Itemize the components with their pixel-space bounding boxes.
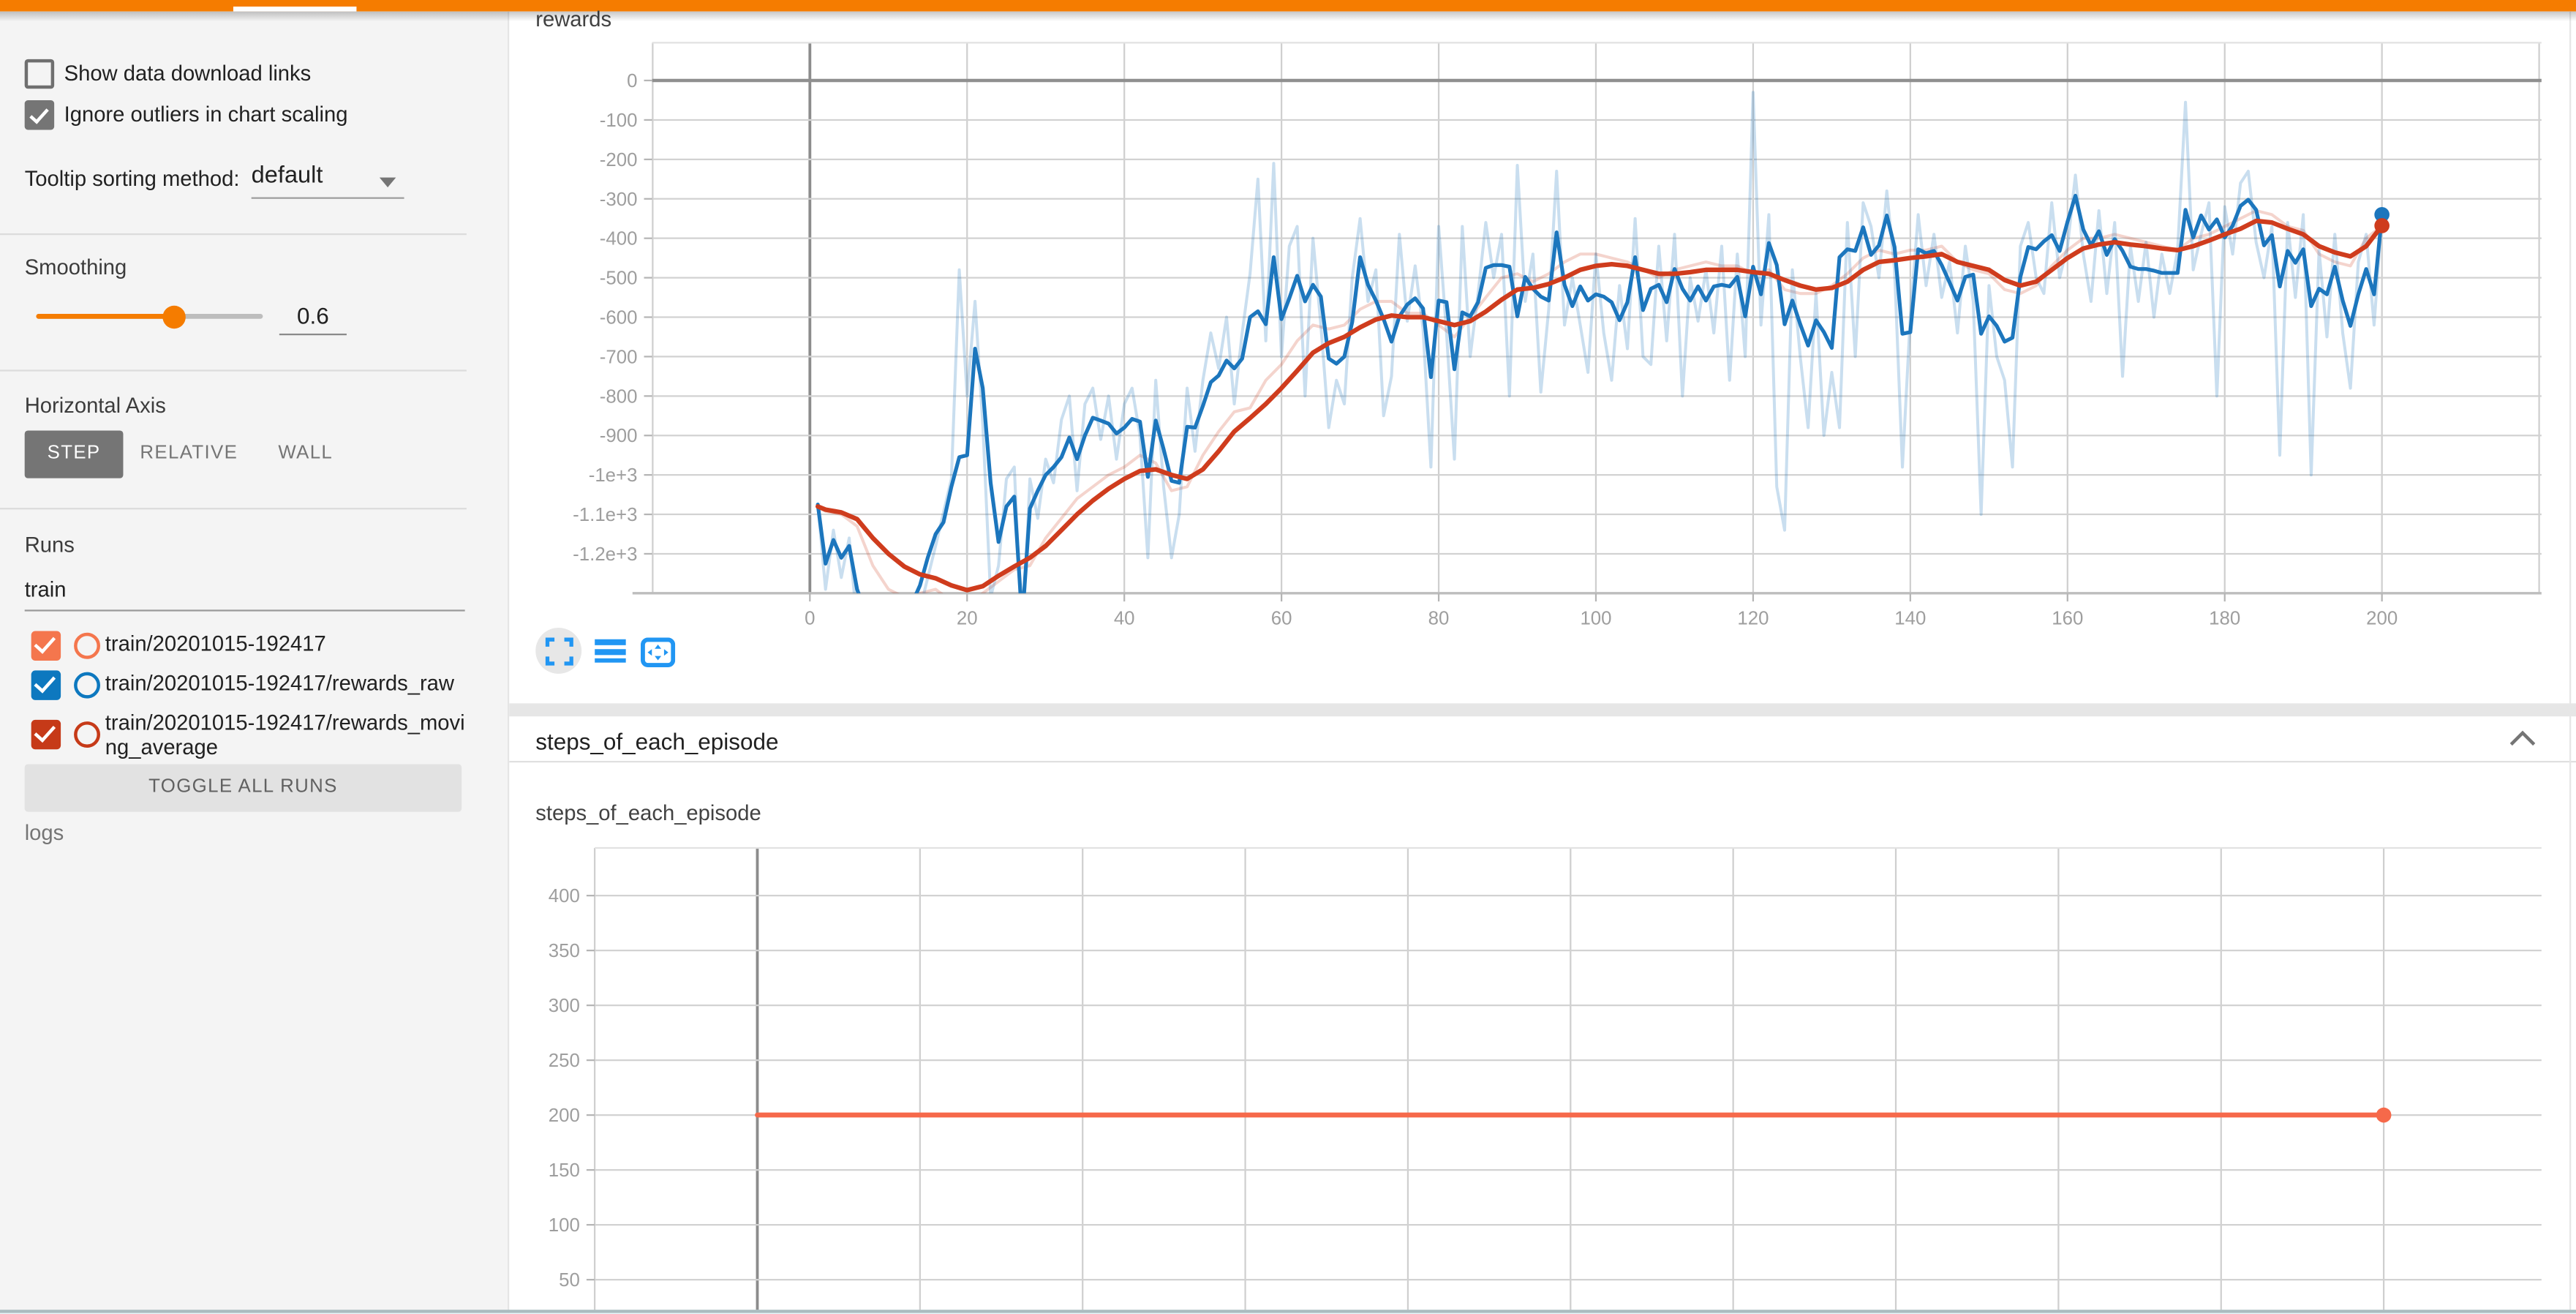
svg-text:400: 400 (549, 886, 580, 906)
smoothing-label: Smoothing (25, 255, 127, 279)
svg-text:-100: -100 (600, 110, 638, 131)
show-download-links-checkbox[interactable] (25, 59, 54, 89)
run-label: train/20201015-192417/rewards_raw (105, 672, 473, 697)
svg-text:-200: -200 (600, 150, 638, 170)
svg-text:0: 0 (805, 609, 815, 629)
rewards-chart-title: rewards (535, 7, 611, 31)
svg-text:-800: -800 (600, 386, 638, 407)
svg-text:200: 200 (2366, 609, 2398, 629)
ignore-outliers-label: Ignore outliers in chart scaling (64, 102, 348, 127)
svg-text:100: 100 (1580, 609, 1611, 629)
divider (0, 508, 467, 509)
run-color-circle-blue (73, 672, 99, 699)
divider (0, 233, 467, 235)
run-color-circle-orange (73, 633, 99, 659)
svg-text:300: 300 (549, 996, 580, 1016)
svg-text:-900: -900 (600, 426, 638, 446)
svg-text:-400: -400 (600, 229, 638, 249)
fit-domain-icon[interactable] (641, 638, 675, 667)
svg-text:200: 200 (549, 1105, 580, 1126)
chevron-up-icon[interactable] (2509, 729, 2537, 748)
svg-text:60: 60 (1271, 609, 1292, 629)
steps-chart-title: steps_of_each_episode (535, 800, 761, 825)
haxis-step-button[interactable]: STEP (25, 430, 124, 477)
svg-text:350: 350 (549, 941, 580, 961)
runs-label: Runs (25, 533, 75, 557)
runs-filter-input[interactable] (25, 577, 465, 601)
card-divider (509, 703, 2576, 716)
section-title: steps_of_each_episode (535, 728, 778, 754)
chevron-down-icon[interactable] (380, 178, 396, 187)
svg-text:-300: -300 (600, 189, 638, 210)
run-checkbox-orange[interactable] (31, 630, 60, 659)
ignore-outliers-checkbox[interactable] (25, 100, 54, 129)
svg-text:120: 120 (1737, 609, 1769, 629)
run-checkbox-blue[interactable] (31, 669, 60, 699)
svg-text:180: 180 (2209, 609, 2240, 629)
scrollbar-track[interactable] (2569, 12, 2571, 1310)
run-checkbox-red[interactable] (31, 719, 60, 748)
svg-text:-1.2e+3: -1.2e+3 (573, 544, 637, 565)
runs-filter-underline (25, 609, 465, 610)
divider (0, 369, 467, 371)
tooltip-sorting-label: Tooltip sorting method: (25, 166, 240, 191)
steps-chart-plot[interactable]: 400 350 300 250 200 150 100 50 (509, 830, 2576, 1311)
runs-menu-icon[interactable] (595, 638, 626, 666)
tooltip-sorting-underline (252, 196, 404, 198)
run-label: train/20201015-192417/rewards_moving_ave… (105, 712, 473, 759)
svg-text:-1.1e+3: -1.1e+3 (573, 505, 637, 525)
logs-label: logs (25, 819, 64, 844)
svg-text:160: 160 (2052, 609, 2083, 629)
active-tab-indicator (233, 6, 356, 12)
svg-text:-700: -700 (600, 347, 638, 367)
svg-text:100: 100 (549, 1215, 580, 1236)
svg-text:-500: -500 (600, 269, 638, 289)
svg-text:80: 80 (1428, 609, 1450, 629)
app-header-bar (0, 0, 2576, 12)
svg-text:-600: -600 (600, 307, 638, 328)
expand-icon[interactable] (546, 638, 573, 666)
section-header-steps[interactable]: steps_of_each_episode (509, 716, 2576, 762)
svg-text:250: 250 (549, 1051, 580, 1071)
run-color-circle-red (73, 721, 99, 748)
chart-toolbar (529, 628, 726, 677)
horizontal-axis-label: Horizontal Axis (25, 393, 166, 418)
smoothing-slider[interactable] (36, 314, 263, 319)
tooltip-sorting-select[interactable]: default (252, 162, 323, 189)
svg-text:0: 0 (627, 71, 637, 91)
haxis-wall-button[interactable]: WALL (255, 430, 356, 477)
smoothing-slider-thumb[interactable] (162, 305, 185, 328)
rewards-chart-plot[interactable]: 0 -100 -200 -300 -400 -500 -600 -700 -800 -900 -1e… (509, 33, 2576, 645)
settings-sidebar: Show data download links Ignore outliers… (0, 12, 509, 1314)
tensorboard-window: Show data download links Ignore outliers… (0, 0, 2576, 1314)
svg-text:40: 40 (1114, 609, 1135, 629)
smoothing-slider-fill (36, 314, 172, 319)
run-label: train/20201015-192417 (105, 633, 473, 657)
svg-text:140: 140 (1894, 609, 1926, 629)
svg-text:150: 150 (549, 1160, 580, 1181)
svg-text:-1e+3: -1e+3 (589, 465, 638, 486)
svg-text:20: 20 (957, 609, 978, 629)
show-download-links-label: Show data download links (64, 61, 312, 86)
svg-text:50: 50 (559, 1270, 580, 1291)
smoothing-value-input[interactable]: 0.6 (279, 302, 347, 335)
haxis-relative-button[interactable]: RELATIVE (135, 430, 243, 477)
toggle-all-runs-button[interactable]: TOGGLE ALL RUNS (25, 764, 462, 811)
